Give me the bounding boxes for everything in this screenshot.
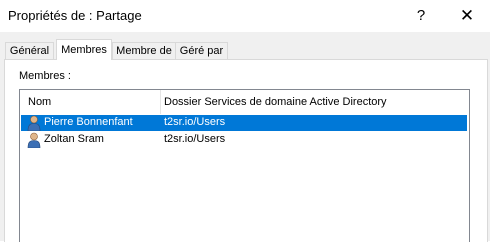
tab-member-of[interactable]: Membre de — [112, 42, 176, 59]
close-button[interactable]: ✕ — [444, 0, 490, 32]
members-list[interactable]: Nom Dossier Services de domaine Active D… — [19, 89, 470, 242]
member-folder: t2sr.io/Users — [164, 116, 226, 128]
column-header-name[interactable]: Nom — [28, 90, 51, 114]
user-icon — [27, 132, 41, 148]
list-item[interactable]: Zoltan Sram t2sr.io/Users — [21, 132, 467, 148]
tab-members[interactable]: Membres — [56, 39, 112, 60]
column-header-folder[interactable]: Dossier Services de domaine Active Direc… — [164, 90, 387, 114]
column-separator[interactable] — [160, 90, 161, 114]
tab-managed-by[interactable]: Géré par — [175, 42, 228, 59]
members-label: Membres : — [19, 70, 71, 82]
member-folder: t2sr.io/Users — [164, 133, 226, 145]
window-title: Propriétés de : Partage — [8, 8, 142, 23]
title-bar: Propriétés de : Partage ? ✕ — [0, 0, 490, 32]
user-icon — [27, 115, 41, 131]
member-name: Zoltan Sram — [44, 133, 104, 145]
list-item[interactable]: Pierre Bonnenfant t2sr.io/Users — [21, 115, 467, 131]
member-name: Pierre Bonnenfant — [44, 116, 133, 128]
tab-general[interactable]: Général — [5, 42, 54, 59]
help-button[interactable]: ? — [398, 0, 444, 32]
